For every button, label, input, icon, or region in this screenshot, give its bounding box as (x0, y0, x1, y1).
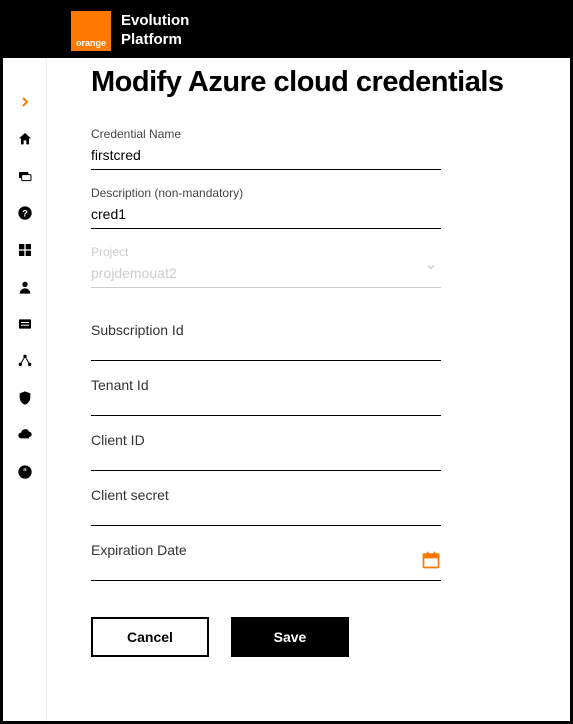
brand-line1: Evolution (121, 12, 189, 31)
tenant-id-input[interactable] (91, 393, 441, 416)
description-field: Description (non-mandatory) (91, 186, 441, 229)
orange-logo: orange (71, 11, 111, 51)
chevron-down-icon (425, 260, 437, 278)
shield-icon[interactable] (16, 389, 34, 407)
svg-text:?: ? (22, 208, 28, 218)
description-label: Description (non-mandatory) (91, 186, 441, 200)
client-id-field: Client ID (91, 432, 441, 471)
client-secret-label: Client secret (91, 487, 441, 503)
project-label: Project (91, 245, 441, 259)
credentials-form: Credential Name Description (non-mandato… (91, 127, 441, 657)
grid-icon[interactable] (16, 241, 34, 259)
credential-name-field: Credential Name (91, 127, 441, 170)
help-icon[interactable]: ? (16, 204, 34, 222)
credential-name-input[interactable] (91, 145, 441, 170)
page-title: Modify Azure cloud credentials (91, 66, 540, 99)
svg-text:“: “ (23, 467, 27, 476)
cancel-button[interactable]: Cancel (91, 617, 209, 657)
project-field: Project (91, 245, 441, 288)
save-button[interactable]: Save (231, 617, 349, 657)
logo-text: orange (76, 38, 106, 48)
app-header: orange Evolution Platform (3, 3, 570, 58)
sidebar: ? “ (3, 58, 47, 721)
main-content: Modify Azure cloud credentials Credentia… (47, 58, 570, 721)
tenant-id-field: Tenant Id (91, 377, 441, 416)
cards-icon[interactable] (16, 167, 34, 185)
expiration-date-input[interactable] (91, 558, 441, 581)
calendar-icon[interactable] (421, 550, 441, 575)
network-icon[interactable] (16, 352, 34, 370)
chat-icon[interactable]: “ (16, 463, 34, 481)
client-id-input[interactable] (91, 448, 441, 471)
button-row: Cancel Save (91, 617, 441, 657)
user-icon[interactable] (16, 278, 34, 296)
list-icon[interactable] (16, 315, 34, 333)
client-secret-input[interactable] (91, 503, 441, 526)
client-secret-field: Client secret (91, 487, 441, 526)
brand-name: Evolution Platform (121, 12, 189, 50)
subscription-id-field: Subscription Id (91, 322, 441, 361)
client-id-label: Client ID (91, 432, 441, 448)
home-icon[interactable] (16, 130, 34, 148)
credential-name-label: Credential Name (91, 127, 441, 141)
description-input[interactable] (91, 204, 441, 229)
cloud-icon[interactable] (16, 426, 34, 444)
brand-line2: Platform (121, 31, 189, 50)
subscription-id-input[interactable] (91, 338, 441, 361)
chevron-right-icon[interactable] (16, 93, 34, 111)
subscription-id-label: Subscription Id (91, 322, 441, 338)
tenant-id-label: Tenant Id (91, 377, 441, 393)
project-input (91, 263, 441, 288)
expiration-date-label: Expiration Date (91, 542, 441, 558)
expiration-date-field: Expiration Date (91, 542, 441, 581)
